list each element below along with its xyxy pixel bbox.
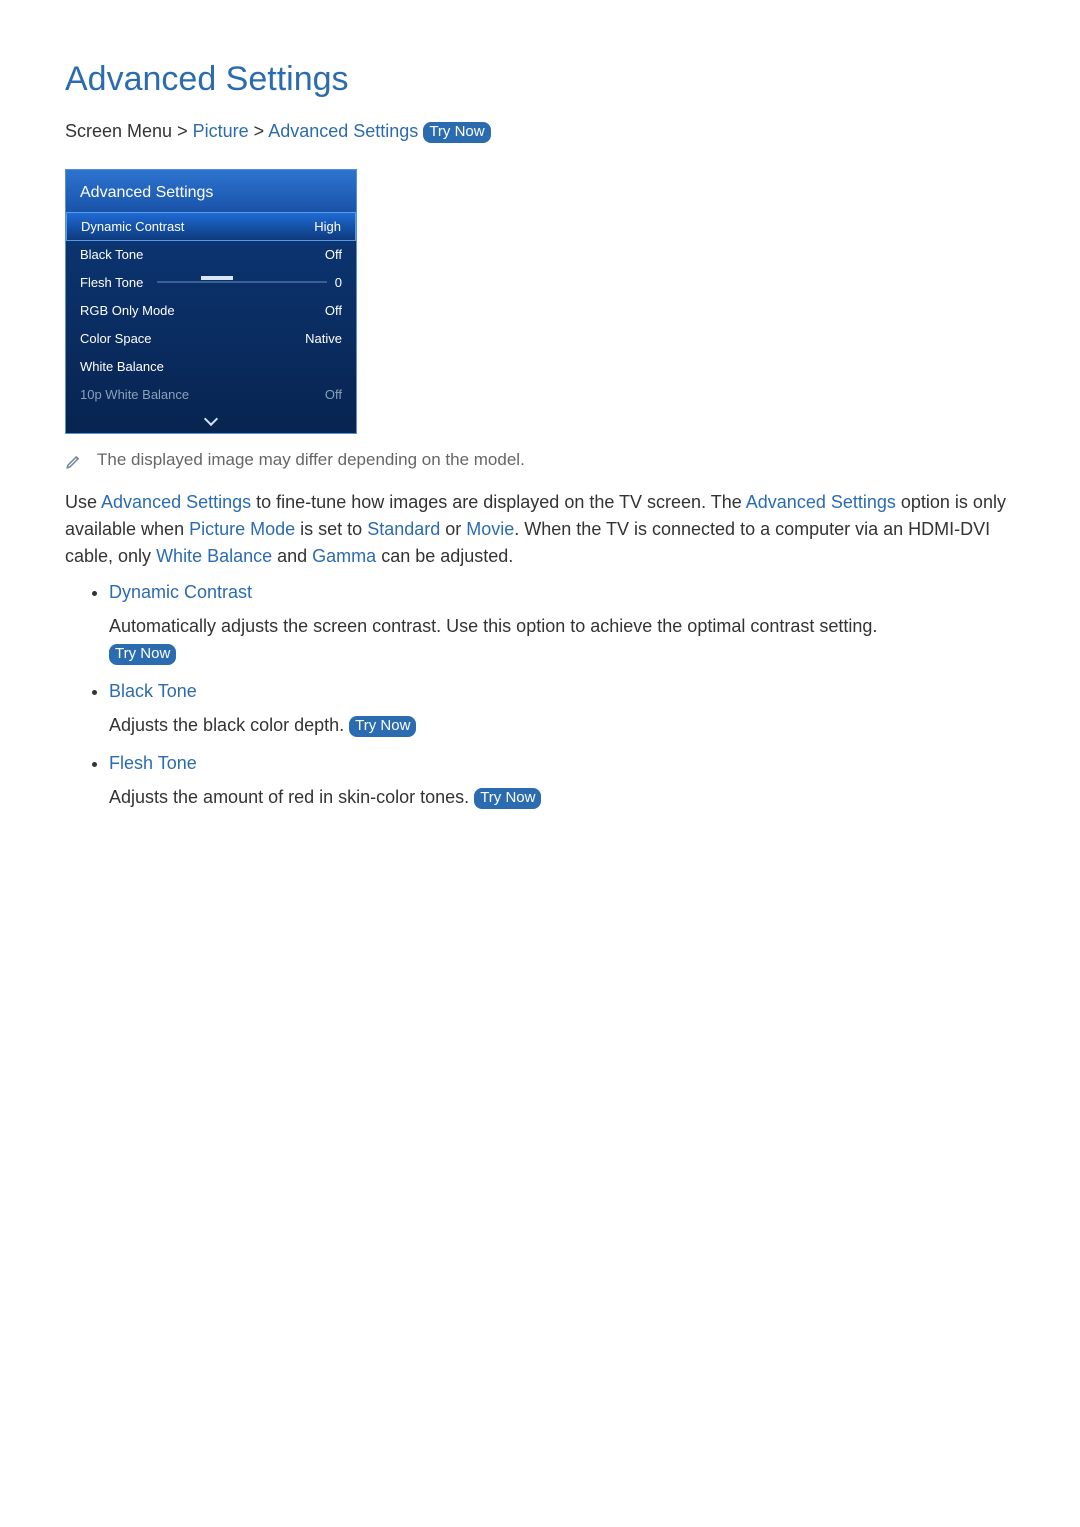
- tv-menu-preview: Advanced Settings Dynamic Contrast High …: [65, 169, 357, 434]
- menu-row-label: RGB Only Mode: [80, 303, 175, 318]
- kw-advanced-settings: Advanced Settings: [746, 492, 896, 512]
- note-text: The displayed image may differ depending…: [97, 450, 525, 470]
- text: Adjusts the black color depth.: [109, 715, 349, 735]
- feature-flesh-tone: Flesh Tone Adjusts the amount of red in …: [109, 753, 1015, 811]
- kw-standard: Standard: [367, 519, 440, 539]
- text: to fine-tune how images are displayed on…: [251, 492, 746, 512]
- text: Adjusts the amount of red in skin-color …: [109, 787, 474, 807]
- tv-menu-header: Advanced Settings: [66, 170, 356, 213]
- text: and: [272, 546, 312, 566]
- note-row: The displayed image may differ depending…: [65, 450, 1015, 475]
- breadcrumb: Screen Menu > Picture > Advanced Setting…: [65, 121, 1015, 143]
- text: is set to: [295, 519, 367, 539]
- breadcrumb-picture[interactable]: Picture: [193, 121, 249, 141]
- menu-row-value: High: [314, 219, 341, 234]
- feature-desc: Automatically adjusts the screen contras…: [109, 613, 1015, 667]
- menu-row-label: Color Space: [80, 331, 152, 346]
- kw-picture-mode: Picture Mode: [189, 519, 295, 539]
- intro-paragraph: Use Advanced Settings to fine-tune how i…: [65, 489, 1015, 570]
- kw-advanced-settings: Advanced Settings: [101, 492, 251, 512]
- feature-desc: Adjusts the black color depth. Try Now: [109, 712, 1015, 739]
- breadcrumb-advanced[interactable]: Advanced Settings: [268, 121, 418, 141]
- feature-title: Flesh Tone: [109, 753, 1015, 774]
- kw-movie: Movie: [466, 519, 514, 539]
- menu-row-white-balance[interactable]: White Balance: [66, 352, 356, 380]
- try-now-button[interactable]: Try Now: [109, 644, 176, 665]
- menu-row-10p-white-balance: 10p White Balance Off: [66, 380, 356, 408]
- menu-row-value: 0: [335, 275, 342, 290]
- page-title: Advanced Settings: [65, 60, 1015, 99]
- menu-row-dynamic-contrast[interactable]: Dynamic Contrast High: [66, 212, 356, 241]
- breadcrumb-root: Screen Menu: [65, 121, 172, 141]
- text: Use: [65, 492, 101, 512]
- menu-row-value: Native: [305, 331, 342, 346]
- menu-row-rgb-only[interactable]: RGB Only Mode Off: [66, 296, 356, 324]
- try-now-button[interactable]: Try Now: [474, 788, 541, 809]
- try-now-button[interactable]: Try Now: [349, 716, 416, 737]
- breadcrumb-sep: >: [254, 121, 265, 141]
- menu-row-flesh-tone[interactable]: Flesh Tone 0: [66, 268, 356, 296]
- slider-thumb[interactable]: [201, 276, 233, 280]
- text: can be adjusted.: [376, 546, 513, 566]
- menu-scroll-down[interactable]: [66, 408, 356, 433]
- pencil-icon: [65, 452, 83, 475]
- menu-row-value: Off: [325, 387, 342, 402]
- menu-row-color-space[interactable]: Color Space Native: [66, 324, 356, 352]
- feature-black-tone: Black Tone Adjusts the black color depth…: [109, 681, 1015, 739]
- breadcrumb-sep: >: [177, 121, 188, 141]
- kw-white-balance: White Balance: [156, 546, 272, 566]
- try-now-button[interactable]: Try Now: [423, 122, 490, 143]
- menu-row-label: 10p White Balance: [80, 387, 189, 402]
- slider[interactable]: [157, 277, 326, 287]
- chevron-down-icon: [204, 412, 218, 426]
- menu-row-black-tone[interactable]: Black Tone Off: [66, 240, 356, 268]
- kw-gamma: Gamma: [312, 546, 376, 566]
- feature-desc: Adjusts the amount of red in skin-color …: [109, 784, 1015, 811]
- feature-title: Dynamic Contrast: [109, 582, 1015, 603]
- text: Automatically adjusts the screen contras…: [109, 616, 877, 636]
- menu-row-label: Black Tone: [80, 247, 143, 262]
- menu-row-label: White Balance: [80, 359, 164, 374]
- feature-list: Dynamic Contrast Automatically adjusts t…: [65, 582, 1015, 811]
- menu-row-label: Flesh Tone: [80, 275, 143, 290]
- menu-row-label: Dynamic Contrast: [81, 219, 184, 234]
- menu-row-value: Off: [325, 303, 342, 318]
- text: or: [440, 519, 466, 539]
- menu-row-value: Off: [325, 247, 342, 262]
- feature-dynamic-contrast: Dynamic Contrast Automatically adjusts t…: [109, 582, 1015, 667]
- feature-title: Black Tone: [109, 681, 1015, 702]
